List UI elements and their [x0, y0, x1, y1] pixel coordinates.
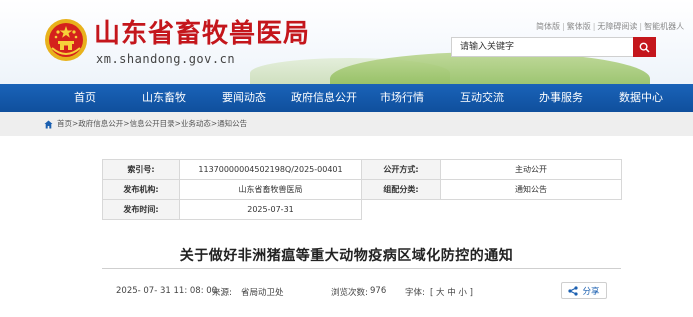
breadcrumb-notices[interactable]: 通知公告 [217, 112, 247, 136]
views-count: 976 [370, 286, 387, 296]
category-label: 组配分类: [361, 179, 441, 200]
breadcrumb-gov-info[interactable]: 政府信息公开 [78, 112, 123, 136]
source-value: 省局动卫处 [241, 288, 284, 298]
nav-item-data-center[interactable]: 数据中心 [619, 84, 663, 112]
search-icon [639, 42, 650, 53]
site-domain: xm.shandong.gov.cn [96, 52, 236, 66]
divider: | [562, 22, 565, 31]
table-row: 发布时间: 2025-07-31 [102, 199, 622, 220]
breadcrumb-bar: 首页 > 政府信息公开 > 信息公开目录 > 业务动态 > 通知公告 [0, 112, 693, 136]
site-header: 山东省畜牧兽医局 xm.shandong.gov.cn 简体版 | 繁体版 | 无障碍阅… [0, 0, 693, 84]
source-label: 来源: [212, 288, 232, 298]
publisher-label: 发布机构: [102, 179, 180, 200]
index-value: 11370000004502198Q/2025-00401 [179, 159, 362, 180]
font-size-label: 字体: [405, 288, 425, 298]
national-emblem-icon[interactable] [44, 18, 88, 62]
font-size-selector[interactable]: [ 大 中 小 ] [430, 286, 473, 298]
nav-item-interaction[interactable]: 互动交流 [460, 84, 504, 112]
table-row: 索引号: 11370000004502198Q/2025-00401 公开方式:… [102, 159, 622, 180]
share-button[interactable]: 分享 [561, 282, 607, 299]
index-label: 索引号: [102, 159, 180, 180]
nav-item-services[interactable]: 办事服务 [539, 84, 583, 112]
nav-item-shandong-livestock[interactable]: 山东畜牧 [142, 84, 186, 112]
share-icon [568, 285, 579, 296]
title-divider [102, 268, 621, 269]
open-mode-label: 公开方式: [361, 159, 441, 180]
article-title: 关于做好非洲猪瘟等重大动物疫病区域化防控的通知 [179, 248, 514, 264]
util-link-traditional[interactable]: 繁体版 [567, 22, 591, 31]
table-empty-cell [362, 200, 622, 220]
views-label: 浏览次数: [331, 288, 368, 298]
publisher-value: 山东省畜牧兽医局 [179, 179, 362, 200]
util-link-robot[interactable]: 智能机器人 [644, 22, 684, 31]
breadcrumb: 首页 > 政府信息公开 > 信息公开目录 > 业务动态 > 通知公告 [44, 112, 247, 136]
breadcrumb-business[interactable]: 业务动态 [181, 112, 211, 136]
util-link-simplified[interactable]: 简体版 [536, 22, 560, 31]
article-datetime: 2025- 07- 31 11: 08: 00 [116, 286, 218, 296]
util-link-accessibility[interactable]: 无障碍阅读 [597, 22, 637, 31]
nav-item-news[interactable]: 要闻动态 [222, 84, 266, 112]
home-icon [44, 120, 53, 128]
share-label: 分享 [582, 286, 600, 297]
date-label: 发布时间: [102, 199, 180, 220]
search-box [451, 37, 656, 57]
main-nav: 首页 山东畜牧 要闻动态 政府信息公开 市场行情 互动交流 办事服务 数据中心 [0, 84, 693, 112]
nav-item-market[interactable]: 市场行情 [380, 84, 424, 112]
open-mode-value: 主动公开 [440, 159, 622, 180]
breadcrumb-home[interactable]: 首页 [57, 112, 72, 136]
search-input[interactable] [452, 38, 628, 56]
breadcrumb-catalog[interactable]: 信息公开目录 [130, 112, 175, 136]
table-row: 发布机构: 山东省畜牧兽医局 组配分类: 通知公告 [102, 179, 622, 200]
date-value: 2025-07-31 [179, 199, 362, 220]
document-metadata-table: 索引号: 11370000004502198Q/2025-00401 公开方式:… [102, 159, 622, 220]
nav-item-gov-info[interactable]: 政府信息公开 [291, 84, 357, 112]
divider: | [592, 22, 596, 31]
divider: | [639, 22, 643, 31]
category-value: 通知公告 [440, 179, 622, 200]
utility-links: 简体版 | 繁体版 | 无障碍阅读 | 智能机器人 [536, 21, 684, 32]
site-title[interactable]: 山东省畜牧兽医局 [94, 19, 310, 49]
search-button[interactable] [633, 37, 656, 57]
